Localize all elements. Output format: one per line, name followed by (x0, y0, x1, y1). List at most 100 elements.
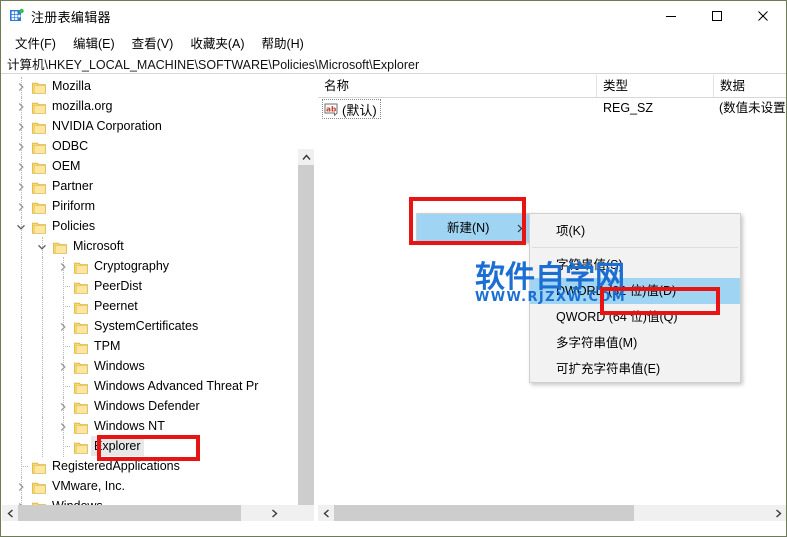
tree-item-vmware-inc[interactable]: VMware, Inc. (2, 477, 298, 497)
tree-item-odbc[interactable]: ODBC (2, 137, 298, 157)
minimize-button[interactable] (648, 1, 694, 31)
tree-scroll-up-button[interactable] (298, 149, 314, 165)
folder-icon (32, 180, 46, 194)
tree-vertical-scrollbar[interactable] (298, 149, 314, 521)
tree-horizontal-scrollbar[interactable] (2, 505, 314, 521)
values-scroll-left-button[interactable] (318, 505, 334, 521)
tree-item-peerdist[interactable]: PeerDist (2, 277, 298, 297)
values-horizontal-scrollbar[interactable] (318, 505, 786, 521)
submenu-item-e[interactable]: 可扩充字符串值(E) (530, 356, 740, 382)
chevron-right-icon[interactable] (16, 142, 26, 152)
submenu-item-qword[interactable]: QWORD (64 位)值(Q) (530, 304, 740, 330)
submenu-item-k[interactable]: 项(K) (530, 218, 740, 244)
tree-item-piriform[interactable]: Piriform (2, 197, 298, 217)
chevron-right-icon[interactable] (16, 122, 26, 132)
folder-icon (74, 420, 88, 434)
tree-guide-line (42, 397, 44, 417)
menu-view[interactable]: 查看(V) (124, 31, 183, 54)
maximize-button[interactable] (694, 1, 740, 31)
tree-vscroll-thumb[interactable] (298, 165, 314, 521)
submenu-item-m[interactable]: 多字符串值(M) (530, 330, 740, 356)
chevron-right-icon[interactable] (58, 402, 68, 412)
address-bar[interactable]: 计算机\HKEY_LOCAL_MACHINE\SOFTWARE\Policies… (1, 53, 786, 74)
chevron-right-icon[interactable] (58, 362, 68, 372)
chevron-right-icon[interactable] (16, 182, 26, 192)
values-hscroll-thumb[interactable] (334, 505, 634, 521)
value-type-cell: REG_SZ (603, 101, 654, 115)
column-header-data[interactable]: 数据 (714, 75, 786, 97)
tree-item-label: Windows (94, 359, 145, 373)
folder-icon (74, 320, 88, 334)
tree-item-windows-advanced-threat-pr[interactable]: Windows Advanced Threat Pr (2, 377, 298, 397)
title-bar: 注册表编辑器 (1, 1, 786, 31)
tree-guide-line (42, 377, 44, 397)
tree-item-partner[interactable]: Partner (2, 177, 298, 197)
new-submenu: 项(K) 字符串值(S) DWORD (32 位)值(D) QWORD (64 位)值… (529, 213, 741, 383)
chevron-right-icon[interactable] (58, 262, 68, 272)
registry-editor-icon (9, 8, 25, 24)
menu-edit[interactable]: 编辑(E) (65, 31, 124, 54)
tree-item-mozilla[interactable]: Mozilla (2, 77, 298, 97)
submenu-item-dword[interactable]: DWORD (32 位)值(D) (530, 278, 740, 304)
tree-item-oem[interactable]: OEM (2, 157, 298, 177)
window-title: 注册表编辑器 (31, 10, 111, 25)
tree-item-label: SystemCertificates (94, 319, 199, 333)
folder-icon (74, 300, 88, 314)
address-path: 计算机\HKEY_LOCAL_MACHINE\SOFTWARE\Policies… (7, 57, 420, 72)
chevron-right-icon[interactable] (16, 102, 26, 112)
menu-favorites[interactable]: 收藏夹(A) (182, 31, 253, 54)
tree-guide-line (21, 417, 23, 437)
submenu-item-s[interactable]: 字符串值(S) (530, 252, 740, 278)
chevron-right-icon[interactable] (58, 422, 68, 432)
column-header-type[interactable]: 类型 (597, 75, 714, 97)
tree-item-windows-defender[interactable]: Windows Defender (2, 397, 298, 417)
tree-item-cryptography[interactable]: Cryptography (2, 257, 298, 277)
value-name-cell[interactable]: ab (默认) (322, 99, 381, 119)
tree-guide-line (42, 257, 44, 277)
chevron-right-icon[interactable] (16, 482, 26, 492)
tree-item-peernet[interactable]: Peernet (2, 297, 298, 317)
submenu-item-label: 项(K) (556, 224, 586, 238)
column-header-name[interactable]: 名称 (318, 75, 597, 97)
folder-icon (32, 80, 46, 94)
tree-item-nvidia-corporation[interactable]: NVIDIA Corporation (2, 117, 298, 137)
tree-item-microsoft[interactable]: Microsoft (2, 237, 298, 257)
chevron-right-icon[interactable] (16, 82, 26, 92)
tree-item-tpm[interactable]: TPM (2, 337, 298, 357)
folder-icon (74, 380, 88, 394)
table-row[interactable]: ab (默认) REG_SZ (数值未设置 (318, 97, 786, 119)
tree-hscroll-thumb[interactable] (18, 505, 241, 521)
chevron-right-icon[interactable] (16, 202, 26, 212)
folder-icon (32, 220, 46, 234)
tree-item-mozilla-org[interactable]: mozilla.org (2, 97, 298, 117)
tree-guide-line (21, 257, 23, 277)
tree-item-policies[interactable]: Policies (2, 217, 298, 237)
tree-item-registeredapplications[interactable]: RegisteredApplications (2, 457, 298, 477)
tree-item-label: OEM (52, 159, 81, 173)
tree-guide-line (21, 297, 23, 317)
folder-icon (74, 360, 88, 374)
folder-icon (74, 400, 88, 414)
values-scroll-right-button[interactable] (770, 505, 786, 521)
chevron-down-icon[interactable] (16, 222, 26, 232)
tree-item-explorer[interactable]: Explorer (2, 436, 298, 457)
close-button[interactable] (740, 1, 786, 31)
context-menu-item-new[interactable]: 新建(N) (417, 214, 532, 242)
chevron-down-icon[interactable] (37, 242, 47, 252)
context-menu: 新建(N) (416, 213, 533, 243)
tree-guide-line (42, 357, 44, 377)
tree-item-systemcertificates[interactable]: SystemCertificates (2, 317, 298, 337)
tree-guide-line (42, 277, 44, 297)
tree-scroll-left-button[interactable] (2, 505, 18, 521)
tree-scroll-right-button[interactable] (266, 505, 282, 521)
registry-tree-pane: Mozilla mozilla.org NVIDIA Corporation ODBC… (2, 75, 314, 521)
string-value-icon: ab (324, 103, 339, 116)
tree-item-windows[interactable]: Windows (2, 357, 298, 377)
menu-help[interactable]: 帮助(H) (253, 31, 312, 54)
menu-file[interactable]: 文件(F) (7, 31, 65, 54)
chevron-right-icon[interactable] (16, 162, 26, 172)
tree-item-windows-nt[interactable]: Windows NT (2, 417, 298, 437)
chevron-right-icon[interactable] (58, 322, 68, 332)
tree-guide-line (21, 277, 23, 297)
value-data-cell: (数值未设置 (719, 101, 786, 115)
